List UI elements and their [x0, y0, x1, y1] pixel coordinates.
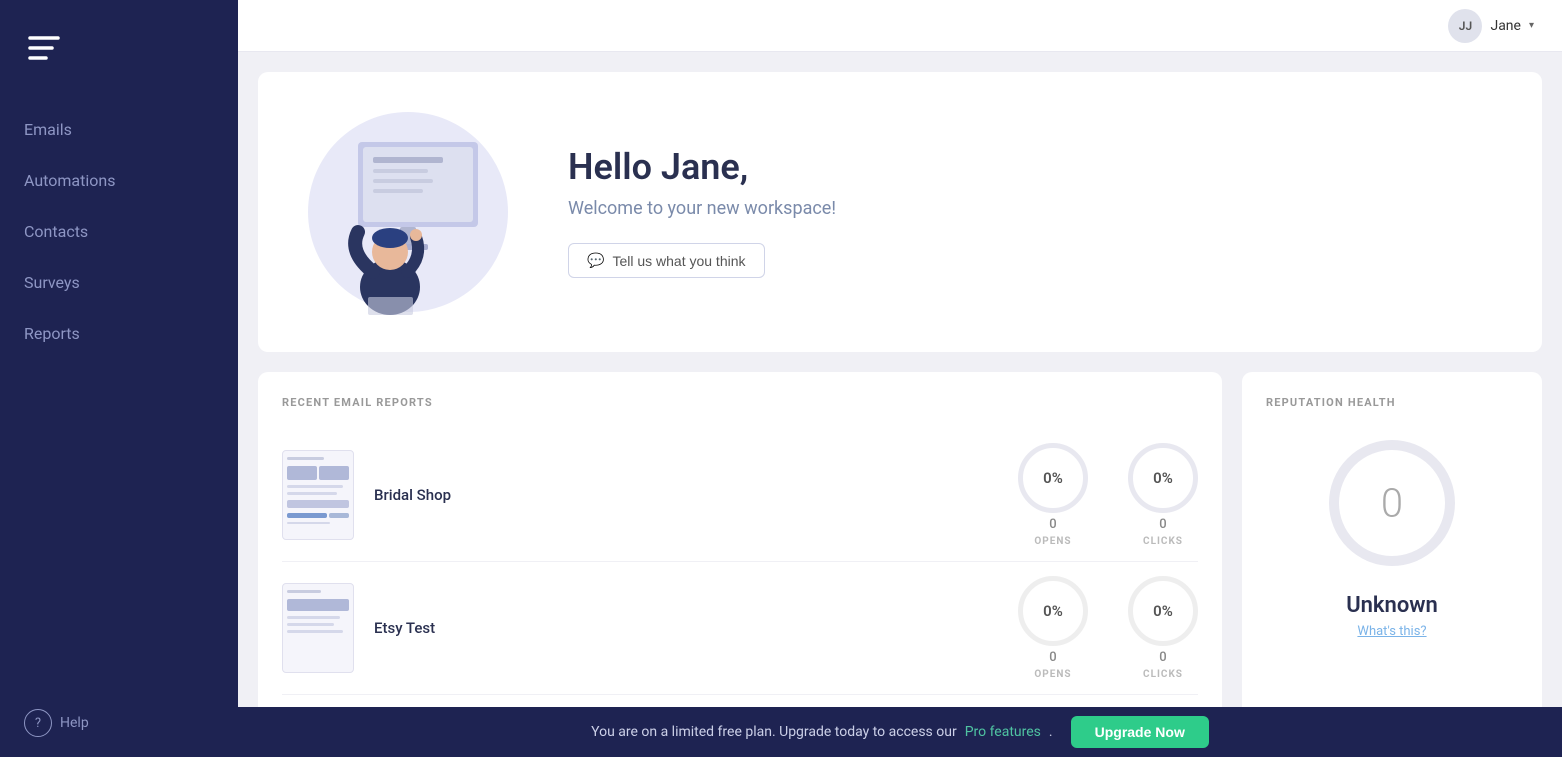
clicks-circle: 0%	[1128, 576, 1198, 646]
user-name: Jane	[1490, 18, 1521, 34]
clicks-circle: 0%	[1128, 443, 1198, 513]
clicks-count: 0	[1159, 650, 1166, 665]
opens-stat: 0% 0 OPENS	[1018, 576, 1088, 680]
upgrade-message: You are on a limited free plan. Upgrade …	[591, 724, 957, 740]
welcome-text: Hello Jane, Welcome to your new workspac…	[568, 146, 836, 278]
welcome-illustration	[308, 102, 508, 322]
chevron-down-icon: ▾	[1529, 20, 1534, 31]
help-icon: ?	[24, 709, 52, 737]
user-menu[interactable]: JJ Jane ▾	[1448, 9, 1534, 43]
welcome-subtitle: Welcome to your new workspace!	[568, 198, 836, 219]
reputation-status: Unknown	[1346, 593, 1438, 618]
report-stats: 0% 0 OPENS 0% 0 CLICKS	[1018, 443, 1198, 547]
clicks-stat: 0% 0 CLICKS	[1128, 576, 1198, 680]
sidebar-item-surveys[interactable]: Surveys	[0, 257, 238, 308]
welcome-banner: Hello Jane, Welcome to your new workspac…	[258, 72, 1542, 352]
reputation-gauge: 0	[1322, 433, 1462, 573]
reputation-title: REPUTATION HEALTH	[1266, 396, 1396, 409]
reports-panel: RECENT EMAIL REPORTS	[258, 372, 1222, 707]
report-name: Etsy Test	[374, 619, 998, 637]
opens-count: 0	[1049, 650, 1056, 665]
opens-count: 0	[1049, 517, 1056, 532]
opens-label: OPENS	[1034, 669, 1071, 680]
feedback-icon: 💬	[587, 252, 604, 269]
table-row: Bridal Shop 0% 0 OPENS 0% 0 CLICKS	[282, 429, 1198, 562]
report-name: Bridal Shop	[374, 486, 998, 504]
clicks-stat: 0% 0 CLICKS	[1128, 443, 1198, 547]
clicks-label: CLICKS	[1143, 669, 1183, 680]
report-stats: 0% 0 OPENS 0% 0 CLICKS	[1018, 576, 1198, 680]
reports-panel-title: RECENT EMAIL REPORTS	[282, 396, 1198, 409]
sidebar-item-reports[interactable]: Reports	[0, 308, 238, 359]
main-content: JJ Jane ▾	[238, 0, 1562, 757]
opens-label: OPENS	[1034, 536, 1071, 547]
table-row: Etsy Test 0% 0 OPENS 0% 0 CLICKS	[282, 562, 1198, 695]
opens-circle: 0%	[1018, 576, 1088, 646]
whats-this-link[interactable]: What's this?	[1357, 624, 1426, 639]
welcome-greeting: Hello Jane,	[568, 146, 836, 188]
sidebar-item-automations[interactable]: Automations	[0, 155, 238, 206]
help-label: Help	[60, 715, 89, 731]
feedback-button[interactable]: 💬 Tell us what you think	[568, 243, 765, 278]
clicks-label: CLICKS	[1143, 536, 1183, 547]
pro-features-link[interactable]: Pro features	[965, 724, 1041, 740]
topbar: JJ Jane ▾	[238, 0, 1562, 52]
upgrade-now-button[interactable]: Upgrade Now	[1071, 716, 1209, 748]
upgrade-bar: You are on a limited free plan. Upgrade …	[238, 707, 1562, 757]
report-thumbnail	[282, 583, 354, 673]
sidebar: Emails Automations Contacts Surveys Repo…	[0, 0, 238, 757]
content-area: Hello Jane, Welcome to your new workspac…	[238, 52, 1562, 707]
sidebar-nav: Emails Automations Contacts Surveys Repo…	[0, 104, 238, 689]
opens-circle: 0%	[1018, 443, 1088, 513]
sidebar-item-emails[interactable]: Emails	[0, 104, 238, 155]
reputation-value: 0	[1381, 480, 1403, 527]
opens-stat: 0% 0 OPENS	[1018, 443, 1088, 547]
feedback-label: Tell us what you think	[612, 253, 745, 269]
sidebar-item-contacts[interactable]: Contacts	[0, 206, 238, 257]
logo	[0, 20, 238, 104]
bottom-panels: RECENT EMAIL REPORTS	[258, 372, 1542, 707]
help-button[interactable]: ? Help	[0, 689, 238, 757]
report-thumbnail	[282, 450, 354, 540]
reputation-panel: REPUTATION HEALTH 0 Unknown What's this?	[1242, 372, 1542, 707]
avatar: JJ	[1448, 9, 1482, 43]
clicks-count: 0	[1159, 517, 1166, 532]
